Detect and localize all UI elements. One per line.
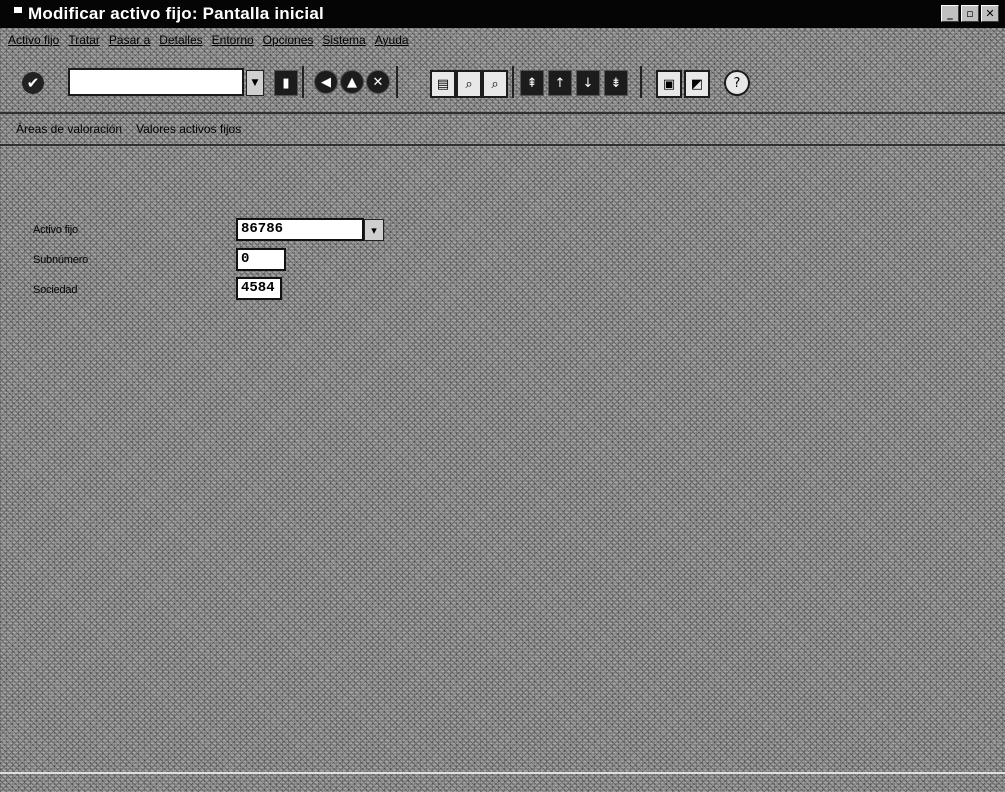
toolbar-separator: [396, 66, 398, 98]
subnumero-field[interactable]: 0: [236, 248, 286, 271]
menu-tratar[interactable]: Tratar: [68, 33, 100, 47]
shortcut-icon[interactable]: ◩: [684, 70, 710, 98]
app-icon: [14, 7, 22, 13]
next-page-icon[interactable]: ↓: [576, 70, 600, 96]
find-next-icon[interactable]: ⌕: [482, 70, 508, 98]
toolbar-separator: [302, 66, 304, 98]
find-icon[interactable]: ⌕: [456, 70, 482, 98]
command-dropdown-icon[interactable]: ▼: [246, 70, 264, 96]
activo-fijo-field[interactable]: 86786: [236, 218, 364, 241]
previous-page-icon[interactable]: ↑: [548, 70, 572, 96]
minimize-button[interactable]: _: [941, 5, 959, 22]
enter-button[interactable]: ✔: [22, 72, 44, 94]
toolbar-separator: [640, 66, 642, 98]
close-button[interactable]: ✕: [981, 5, 999, 22]
last-page-icon[interactable]: ⇟: [604, 70, 628, 96]
application-toolbar: Áreas de valoración Valores activos fijo…: [0, 114, 1005, 146]
menu-entorno[interactable]: Entorno: [212, 33, 254, 47]
toolbar-separator: [512, 66, 514, 98]
subnumero-label: Subnúmero: [33, 254, 89, 266]
areas-valoracion-button[interactable]: Áreas de valoración: [16, 122, 122, 136]
menu-sistema[interactable]: Sistema: [322, 33, 365, 47]
back-icon[interactable]: ◀: [314, 70, 338, 94]
status-bar: [0, 772, 1005, 792]
create-session-icon[interactable]: ▣: [656, 70, 682, 98]
first-page-icon[interactable]: ⇞: [520, 70, 544, 96]
window-title: Modificar activo fijo: Pantalla inicial: [28, 4, 324, 23]
cancel-icon[interactable]: ✕: [366, 70, 390, 94]
standard-toolbar: ✔ ▼ ▮ ◀ ▲ ✕ ▤ ⌕ ⌕ ⇞ ↑ ↓ ⇟ ▣ ◩ ?: [0, 54, 1005, 114]
print-icon[interactable]: ▤: [430, 70, 456, 98]
search-help-icon[interactable]: ▾: [364, 219, 384, 241]
menu-opciones[interactable]: Opciones: [263, 33, 314, 47]
activo-fijo-label: Activo fijo: [33, 224, 78, 236]
menu-detalles[interactable]: Detalles: [159, 33, 202, 47]
help-icon[interactable]: ?: [724, 70, 750, 96]
sociedad-field[interactable]: 4584: [236, 277, 282, 300]
command-field[interactable]: [68, 68, 244, 96]
exit-icon[interactable]: ▲: [340, 70, 364, 94]
menu-bar: Activo fijo Tratar Pasar a Detalles Ento…: [0, 29, 1005, 51]
valores-activos-fijos-button[interactable]: Valores activos fijos: [136, 122, 241, 136]
title-bar: Modificar activo fijo: Pantalla inicial …: [0, 0, 1005, 28]
save-icon[interactable]: ▮: [274, 70, 298, 96]
menu-pasar-a[interactable]: Pasar a: [109, 33, 150, 47]
restore-button[interactable]: ▫: [961, 5, 979, 22]
window-controls: _ ▫ ✕: [941, 5, 999, 22]
menu-ayuda[interactable]: Ayuda: [375, 33, 409, 47]
sociedad-label: Sociedad: [33, 284, 78, 296]
menu-activo-fijo[interactable]: Activo fijo: [8, 33, 59, 47]
